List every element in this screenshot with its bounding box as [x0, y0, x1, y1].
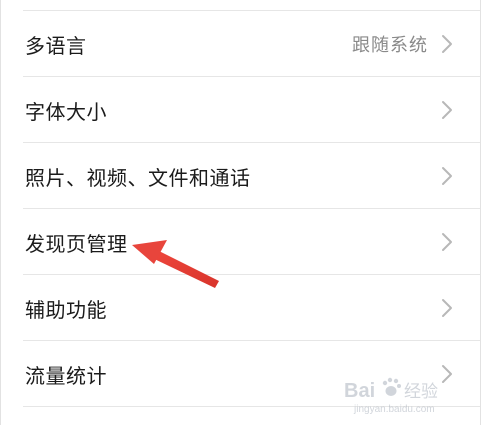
settings-item-value: 跟随系统 [352, 35, 428, 56]
chevron-right-icon [442, 365, 452, 383]
settings-item-font-size[interactable]: 字体大小 [1, 77, 480, 143]
settings-item-label: 发现页管理 [25, 231, 128, 256]
chevron-right-icon [442, 101, 452, 119]
settings-item-discover-management[interactable]: 发现页管理 [1, 209, 480, 275]
settings-item-language[interactable]: 多语言 跟随系统 [1, 11, 480, 77]
settings-item-label: 照片、视频、文件和通话 [25, 165, 251, 190]
settings-item-label: 流量统计 [25, 363, 107, 388]
settings-panel: 多语言 跟随系统 字体大小 照片、视频、文件和通话 发现页管理 辅助功能 流量统… [0, 0, 481, 425]
settings-item-data-usage[interactable]: 流量统计 [1, 341, 480, 407]
settings-item-label: 辅助功能 [25, 297, 107, 322]
chevron-right-icon [442, 35, 452, 53]
settings-item-media[interactable]: 照片、视频、文件和通话 [1, 143, 480, 209]
settings-item-label: 多语言 [25, 33, 87, 58]
chevron-right-icon [442, 167, 452, 185]
settings-item-label: 字体大小 [25, 99, 107, 124]
chevron-right-icon [442, 233, 452, 251]
settings-list: 多语言 跟随系统 字体大小 照片、视频、文件和通话 发现页管理 辅助功能 流量统… [1, 11, 480, 407]
chevron-right-icon [442, 299, 452, 317]
settings-item-accessibility[interactable]: 辅助功能 [1, 275, 480, 341]
